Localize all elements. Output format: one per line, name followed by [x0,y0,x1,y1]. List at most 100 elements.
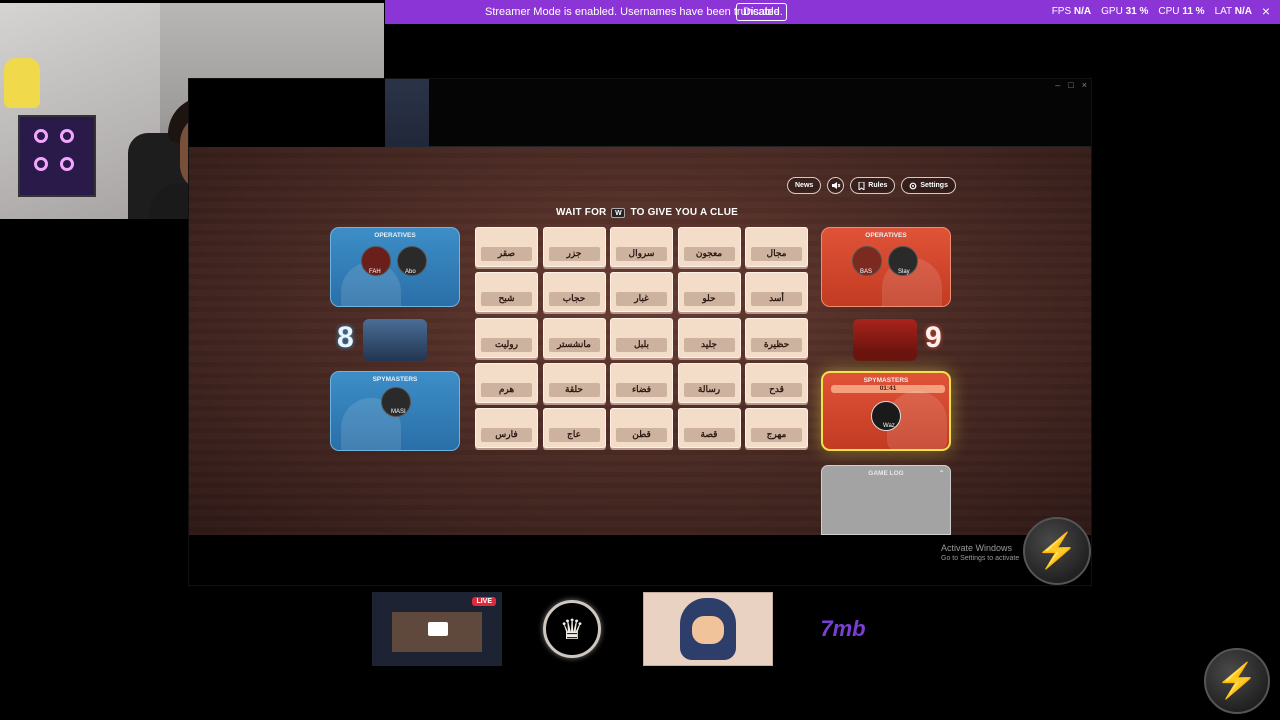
minimize-icon[interactable]: – [1055,80,1060,90]
card-word: قصة [700,429,718,440]
word-card[interactable]: روليت [475,317,538,358]
red-score: 9 [925,321,942,354]
word-card[interactable]: جزر [542,227,606,267]
brand-logo-text: 7mb [820,616,866,641]
brand-thumbnail[interactable]: 7mb [778,592,908,666]
mascot-thumbnail[interactable] [643,592,773,666]
spymaster-logo-icon: W [611,207,626,218]
fan-ring [60,129,74,143]
word-card[interactable]: حجاب [542,272,606,313]
word-card[interactable]: أسد [745,272,808,313]
maximize-icon[interactable]: □ [1068,80,1073,90]
card-word: جليد [701,338,717,349]
chevron-up-icon[interactable]: ⌃ [938,469,945,478]
activate-windows-watermark: Activate Windows Go to Settings to activ… [941,543,1019,562]
player-name: Abo [405,269,416,275]
player-name: MASI [391,409,406,415]
performance-stats: FPS N/A GPU 31 % CPU 11 % LAT N/A [1052,6,1252,17]
fan-ring [34,129,48,143]
close-window-icon[interactable]: × [1082,80,1087,90]
stat-cpu: CPU 11 % [1158,6,1205,17]
word-card[interactable]: فضاء [610,362,673,403]
word-card[interactable]: هرم [475,362,538,403]
word-card[interactable]: غبار [610,272,673,313]
card-word: غبار [634,293,649,304]
card-word: روليت [495,338,518,349]
blue-operatives-panel: OPERATIVES FAH Abo [330,227,460,307]
word-card[interactable]: فارس [475,408,538,449]
clue-suffix: TO GIVE YOU A CLUE [630,207,738,218]
word-card[interactable]: صقر [475,227,538,267]
lightning-bolt-icon: ⚡ [1204,648,1270,714]
card-word: أسد [769,293,784,304]
red-spymasters-title: SPYMASTERS [863,377,909,384]
player-name: BAS [860,269,873,275]
window-controls: – □ × [1055,80,1087,90]
close-icon[interactable]: × [1262,3,1270,19]
settings-label: Settings [920,182,948,189]
clue-status-message: WAIT FOR W TO GIVE YOU A CLUE [556,207,738,218]
news-button[interactable]: News [787,177,822,194]
word-card[interactable]: قطن [610,408,673,449]
clue-prefix: WAIT FOR [556,207,607,218]
crown-thumbnail[interactable]: ♛ [507,592,637,666]
card-word: هرم [498,383,515,394]
gaming-pc [18,115,96,197]
red-operatives-panel: OPERATIVES BAS Slay [821,227,951,307]
card-word: حظيرة [763,338,790,349]
word-card[interactable]: بلبل [610,317,673,358]
card-word: شبح [498,293,515,304]
card-word: مجال [766,248,787,258]
word-card[interactable]: حلقة [542,362,606,403]
word-card[interactable]: معجون [677,227,741,267]
blue-spymasters-panel: SPYMASTERS MASI [330,371,460,451]
word-card[interactable]: مهرج [745,408,808,449]
player-name: Waz [883,423,895,429]
word-card[interactable]: قدح [745,362,808,403]
card-word: مانشستر [557,338,591,349]
stat-lat: LAT N/A [1214,6,1252,17]
sound-toggle-button[interactable] [827,177,845,194]
disable-streamer-mode-button[interactable]: Disable [736,3,787,21]
player-name: Slay [898,269,910,275]
player-name: FAH [369,269,381,275]
rules-label: Rules [868,182,888,189]
mascot-avatar [680,598,736,660]
card-word: سروال [628,248,655,258]
turn-timer: 01:41 [831,385,945,393]
blue-operatives-title: OPERATIVES [374,232,416,239]
card-word: فضاء [631,383,652,394]
card-word: جزر [566,248,582,258]
top-toolbar: News Rules Settings [787,177,956,194]
settings-button[interactable]: Settings [901,177,956,194]
card-word: بلبل [633,338,650,349]
stat-fps: FPS N/A [1051,6,1092,17]
word-card[interactable]: مجال [745,227,808,267]
crown-icon: ♛ [543,600,601,658]
blue-agent-image [363,319,427,361]
word-card[interactable]: مانشستر [542,317,606,358]
fan-ring [60,157,74,171]
word-card[interactable]: رسالة [677,362,741,403]
word-card[interactable]: شبح [475,272,538,313]
card-word: مهرج [766,429,787,440]
fan-ring [34,157,48,171]
word-card[interactable]: حلو [677,272,741,313]
card-word: قدح [769,383,784,394]
screen-share-icon [428,622,448,636]
stat-gpu: GPU 31 % [1101,6,1149,17]
game-preview-thumbnail[interactable]: LIVE [372,592,502,666]
card-word: عاج [567,429,581,440]
word-card[interactable]: سروال [610,227,673,267]
plush-toy [4,58,40,108]
word-card[interactable]: حظيرة [745,317,808,358]
card-word: رسالة [697,383,721,394]
word-card[interactable]: عاج [542,408,606,449]
streamer-mode-banner: Streamer Mode is enabled. Usernames have… [385,0,1280,24]
card-word: فارس [495,429,518,440]
game-window: – □ × News Rules Settings WAIT FOR W TO … [188,78,1092,586]
word-card[interactable]: قصة [677,408,741,449]
rules-button[interactable]: Rules [850,177,896,194]
blue-score: 8 [337,321,354,354]
word-card[interactable]: جليد [677,317,741,358]
